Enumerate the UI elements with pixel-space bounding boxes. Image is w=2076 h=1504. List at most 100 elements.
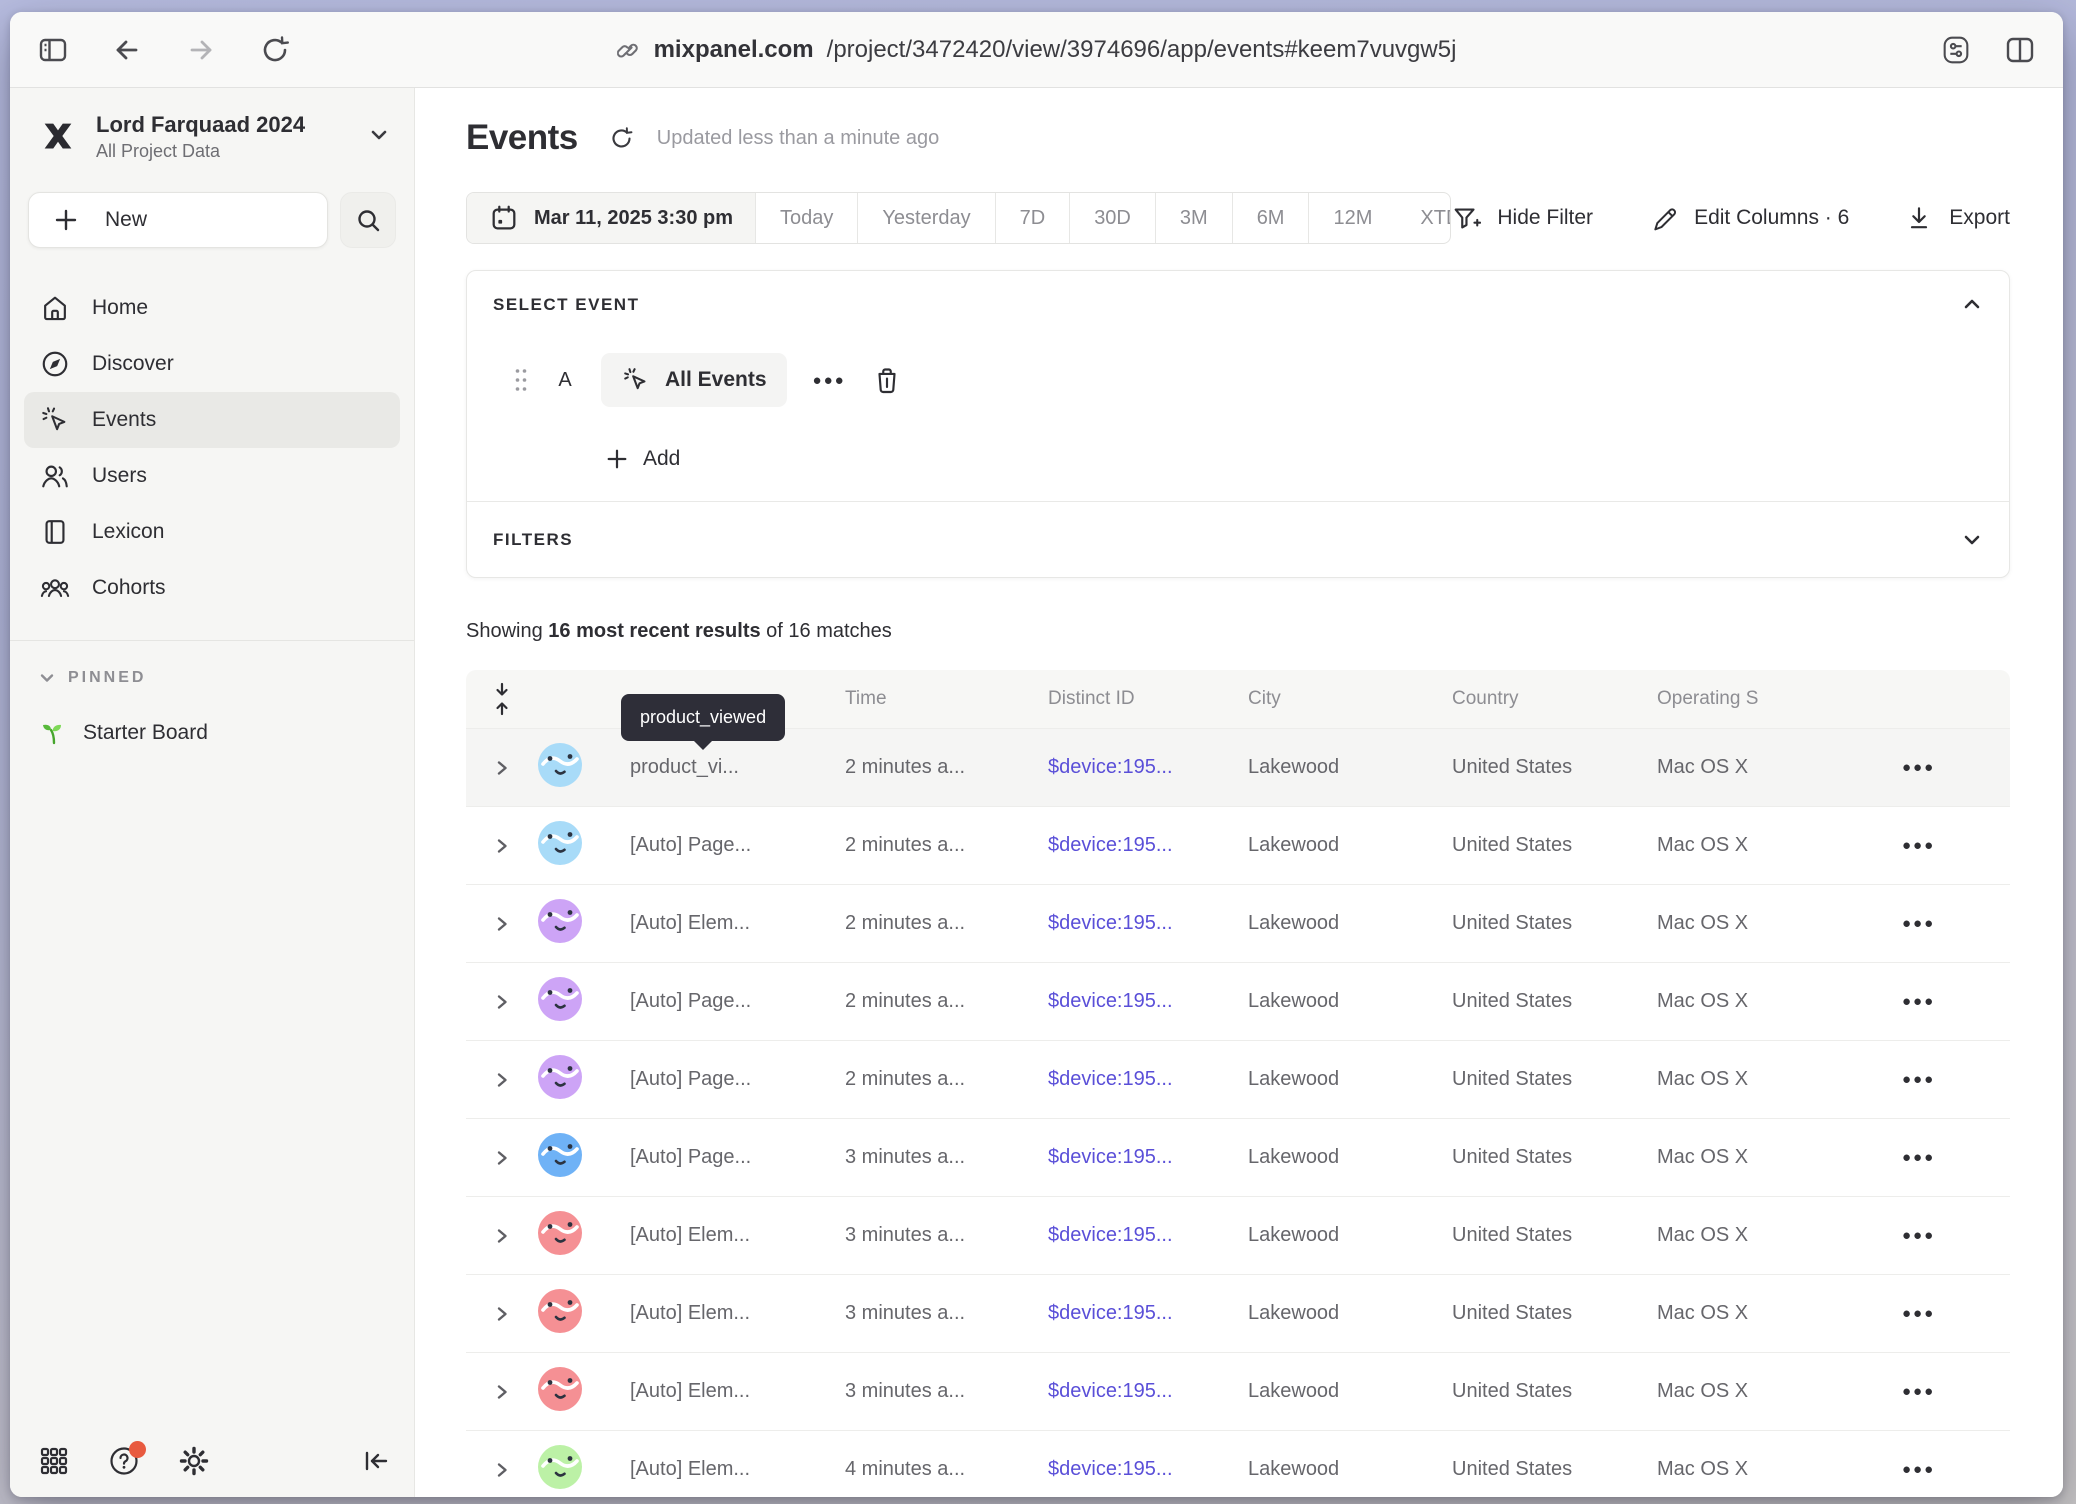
cell-distinct-id[interactable]: $device:195... bbox=[1048, 1068, 1248, 1091]
event-more-button[interactable]: ●●● bbox=[813, 372, 846, 389]
back-icon[interactable] bbox=[110, 33, 144, 67]
help-icon[interactable] bbox=[108, 1445, 140, 1477]
table-row[interactable]: [Auto] Page...2 minutes a...$device:195.… bbox=[466, 962, 2010, 1040]
cell-distinct-id[interactable]: $device:195... bbox=[1048, 1380, 1248, 1403]
cell-distinct-id[interactable]: $device:195... bbox=[1048, 834, 1248, 857]
row-more-button[interactable]: ●●● bbox=[1878, 1461, 2010, 1478]
table-row[interactable]: [Auto] Elem...2 minutes a...$device:195.… bbox=[466, 884, 2010, 962]
row-more-button[interactable]: ●●● bbox=[1878, 1227, 2010, 1244]
cell-distinct-id[interactable]: $device:195... bbox=[1048, 912, 1248, 935]
table-row[interactable]: [Auto] Elem...3 minutes a...$device:195.… bbox=[466, 1196, 2010, 1274]
filters-section[interactable]: FILTERS bbox=[467, 501, 2009, 577]
table-row[interactable]: [Auto] Page...2 minutes a...$device:195.… bbox=[466, 1040, 2010, 1118]
sidebar-item-users[interactable]: Users bbox=[24, 448, 400, 504]
cell-time: 3 minutes a... bbox=[845, 1224, 1048, 1247]
chevron-down-icon bbox=[38, 669, 56, 687]
cell-distinct-id[interactable]: $device:195... bbox=[1048, 1302, 1248, 1325]
cell-os: Mac OS X bbox=[1657, 834, 1878, 857]
settings-gear-icon[interactable] bbox=[178, 1445, 210, 1477]
row-expand-chevron-icon[interactable] bbox=[466, 1383, 538, 1401]
event-click-icon bbox=[621, 365, 651, 395]
sidebar-item-discover[interactable]: Discover bbox=[24, 336, 400, 392]
range-30d[interactable]: 30D bbox=[1070, 193, 1156, 243]
drag-handle-icon[interactable] bbox=[513, 367, 529, 393]
row-expand-chevron-icon[interactable] bbox=[466, 1149, 538, 1167]
event-selector-button[interactable]: All Events bbox=[601, 353, 787, 407]
range-7d[interactable]: 7D bbox=[996, 193, 1071, 243]
sidebar-item-events[interactable]: Events bbox=[24, 392, 400, 448]
row-expand-chevron-icon[interactable] bbox=[466, 993, 538, 1011]
sidebar-footer bbox=[38, 1445, 392, 1477]
chevron-down-icon bbox=[1961, 529, 1983, 556]
cell-distinct-id[interactable]: $device:195... bbox=[1048, 756, 1248, 779]
date-picker-button[interactable]: Mar 11, 2025 3:30 pm bbox=[467, 193, 756, 243]
cell-city: Lakewood bbox=[1248, 1224, 1452, 1247]
lexicon-icon bbox=[40, 517, 70, 547]
sprout-icon bbox=[40, 719, 68, 747]
range-12m[interactable]: 12M bbox=[1309, 193, 1396, 243]
search-button[interactable] bbox=[340, 192, 396, 248]
row-more-button[interactable]: ●●● bbox=[1878, 1383, 2010, 1400]
new-button[interactable]: New bbox=[28, 192, 328, 248]
add-event-button[interactable]: Add bbox=[605, 447, 1983, 471]
row-expand-chevron-icon[interactable] bbox=[466, 1305, 538, 1323]
sidebar-item-cohorts[interactable]: Cohorts bbox=[24, 560, 400, 616]
cell-distinct-id[interactable]: $device:195... bbox=[1048, 1224, 1248, 1247]
range-6m[interactable]: 6M bbox=[1233, 193, 1310, 243]
row-expand-chevron-icon[interactable] bbox=[466, 915, 538, 933]
sidebar: Lord Farquaad 2024 All Project Data New bbox=[10, 88, 415, 1497]
collapse-sidebar-icon[interactable] bbox=[360, 1445, 392, 1477]
export-button[interactable]: Export bbox=[1905, 204, 2010, 232]
table-row[interactable]: [Auto] Elem...3 minutes a...$device:195.… bbox=[466, 1352, 2010, 1430]
row-expand-chevron-icon[interactable] bbox=[466, 1071, 538, 1089]
refresh-icon[interactable] bbox=[608, 125, 635, 152]
cell-distinct-id[interactable]: $device:195... bbox=[1048, 990, 1248, 1013]
sidebar-item-lexicon[interactable]: Lexicon bbox=[24, 504, 400, 560]
cell-os: Mac OS X bbox=[1657, 1458, 1878, 1481]
row-more-button[interactable]: ●●● bbox=[1878, 759, 2010, 776]
hide-filter-button[interactable]: Hide Filter bbox=[1451, 203, 1593, 233]
pinned-section-header[interactable]: PINNED bbox=[38, 669, 414, 687]
sidebar-item-home[interactable]: Home bbox=[24, 280, 400, 336]
range-today[interactable]: Today bbox=[756, 193, 858, 243]
row-more-button[interactable]: ●●● bbox=[1878, 1071, 2010, 1088]
url-bar[interactable]: mixpanel.com/project/3472420/view/397469… bbox=[617, 36, 1457, 64]
split-view-icon[interactable] bbox=[2003, 33, 2037, 67]
sort-time-icon[interactable] bbox=[466, 682, 538, 716]
cell-city: Lakewood bbox=[1248, 1458, 1452, 1481]
table-row[interactable]: [Auto] Elem...4 minutes a...$device:195.… bbox=[466, 1430, 2010, 1497]
cell-os: Mac OS X bbox=[1657, 1224, 1878, 1247]
forward-icon[interactable] bbox=[184, 33, 218, 67]
range-xtd[interactable]: XTD bbox=[1396, 193, 1451, 243]
range-yesterday[interactable]: Yesterday bbox=[858, 193, 995, 243]
notification-dot bbox=[129, 1441, 146, 1458]
table-row[interactable]: [Auto] Page...2 minutes a...$device:195.… bbox=[466, 806, 2010, 884]
row-more-button[interactable]: ●●● bbox=[1878, 837, 2010, 854]
link-icon bbox=[617, 38, 641, 62]
row-expand-chevron-icon[interactable] bbox=[466, 1227, 538, 1245]
row-more-button[interactable]: ●●● bbox=[1878, 915, 2010, 932]
customize-controls-icon[interactable] bbox=[1939, 33, 1973, 67]
cell-distinct-id[interactable]: $device:195... bbox=[1048, 1458, 1248, 1481]
sidebar-item-label: Events bbox=[92, 408, 156, 432]
pencil-icon bbox=[1649, 204, 1678, 233]
chevron-up-icon[interactable] bbox=[1961, 293, 1983, 320]
edit-columns-button[interactable]: Edit Columns · 6 bbox=[1649, 204, 1849, 233]
project-switcher[interactable]: Lord Farquaad 2024 All Project Data bbox=[36, 112, 390, 162]
table-row[interactable]: [Auto] Page...3 minutes a...$device:195.… bbox=[466, 1118, 2010, 1196]
reload-icon[interactable] bbox=[258, 33, 292, 67]
row-expand-chevron-icon[interactable] bbox=[466, 759, 538, 777]
table-row[interactable]: [Auto] Elem...3 minutes a...$device:195.… bbox=[466, 1274, 2010, 1352]
row-expand-chevron-icon[interactable] bbox=[466, 1461, 538, 1479]
row-more-button[interactable]: ●●● bbox=[1878, 993, 2010, 1010]
sidebar-item-starter-board[interactable]: Starter Board bbox=[40, 719, 414, 747]
trash-icon[interactable] bbox=[872, 365, 902, 395]
cell-time: 3 minutes a... bbox=[845, 1146, 1048, 1169]
range-3m[interactable]: 3M bbox=[1156, 193, 1233, 243]
sidebar-toggle-icon[interactable] bbox=[36, 33, 70, 67]
apps-grid-icon[interactable] bbox=[38, 1445, 70, 1477]
row-more-button[interactable]: ●●● bbox=[1878, 1305, 2010, 1322]
cell-distinct-id[interactable]: $device:195... bbox=[1048, 1146, 1248, 1169]
row-more-button[interactable]: ●●● bbox=[1878, 1149, 2010, 1166]
row-expand-chevron-icon[interactable] bbox=[466, 837, 538, 855]
